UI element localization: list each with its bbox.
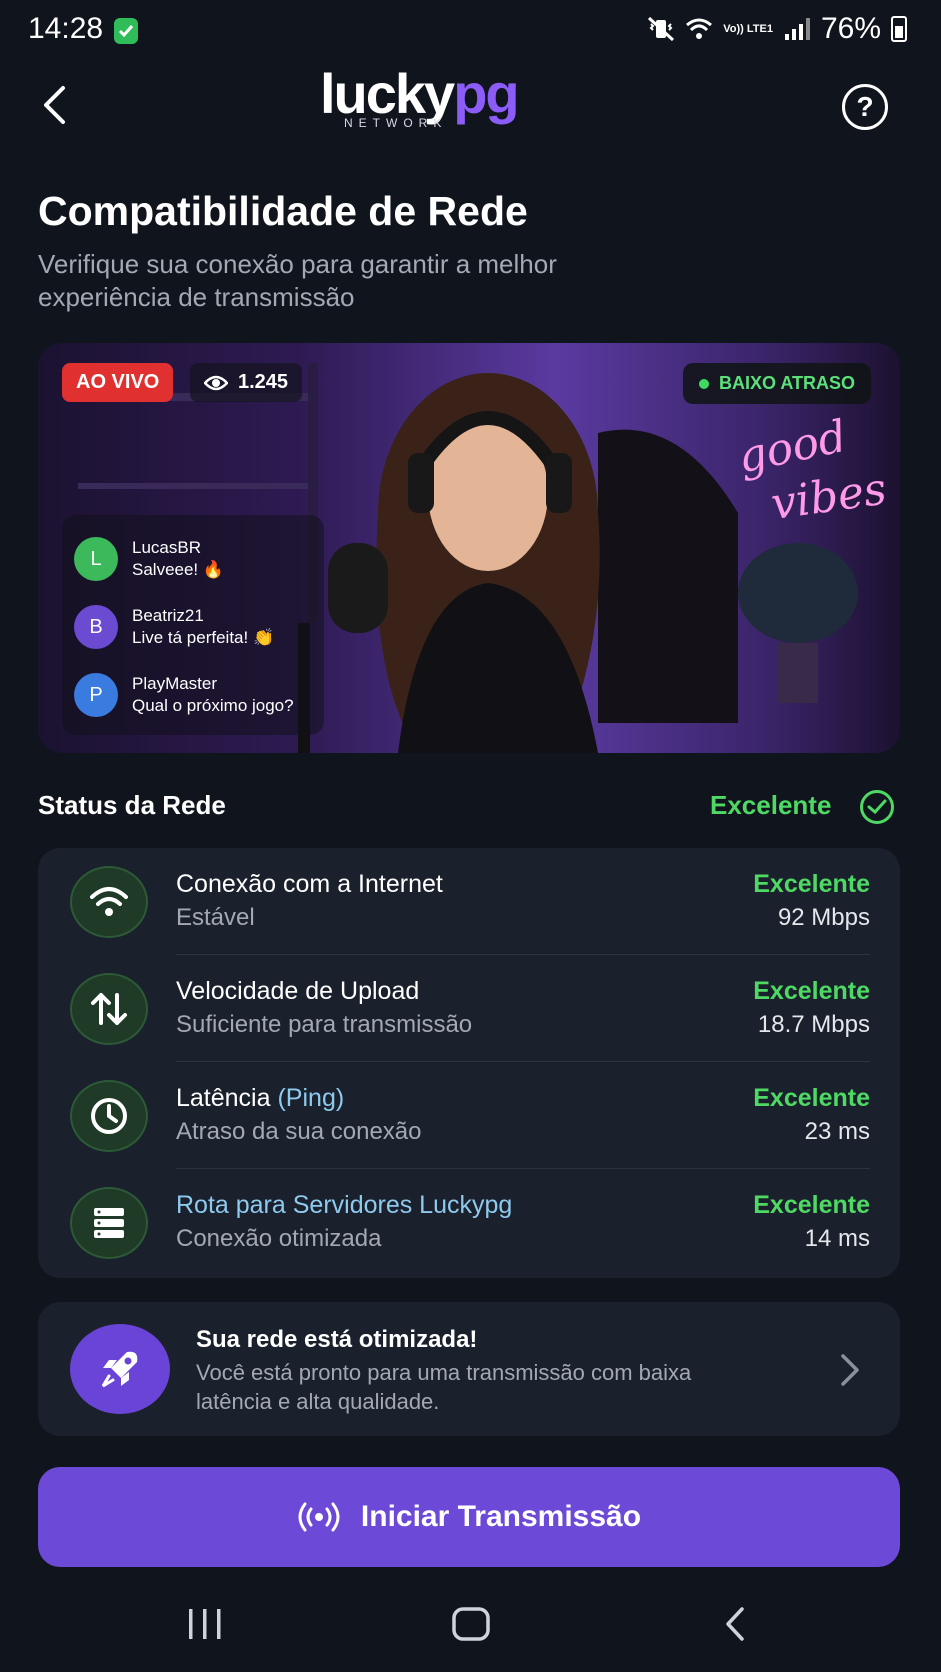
page-title: Compatibilidade de Rede: [38, 188, 528, 234]
logo-network-text: NETWORK: [344, 116, 448, 130]
status-icons: Vo)) LTE1 76%: [647, 12, 907, 46]
metric-upload-speed[interactable]: Velocidade de Upload Suficiente para tra…: [38, 955, 900, 1062]
eye-icon: [204, 375, 228, 390]
help-button[interactable]: ?: [842, 84, 888, 130]
wifi-icon: [70, 866, 148, 938]
metric-internet-connection[interactable]: Conexão com a Internet Estável Excelente…: [38, 848, 900, 955]
network-optimized-card[interactable]: Sua rede está otimizada! Você está pront…: [38, 1302, 900, 1436]
avatar: B: [74, 605, 118, 649]
metric-rating: Excelente: [753, 1191, 870, 1219]
system-back-button[interactable]: [700, 1594, 770, 1654]
metric-name: Latência (Ping): [176, 1084, 344, 1113]
chat-message: L LucasBR Salveee! 🔥: [74, 525, 312, 593]
page-subtitle: Verifique sua conexão para garantir a me…: [38, 249, 557, 312]
viewer-count: 1.245: [190, 363, 303, 402]
start-broadcast-label: Iniciar Transmissão: [360, 1500, 642, 1533]
battery-percent: 76%: [820, 12, 881, 45]
vibrate-mute-icon: [648, 16, 675, 42]
rocket-icon: [70, 1324, 170, 1414]
back-button[interactable]: [32, 80, 76, 130]
low-latency-badge: BAIXO ATRASO: [683, 363, 872, 404]
metric-rating: Excelente: [753, 870, 870, 898]
logo-pg-text: pg: [453, 62, 519, 125]
metric-value: 92 Mbps: [777, 904, 870, 931]
system-nav-bar: [0, 1582, 941, 1672]
luckypg-logo: luckypg NETWORK: [320, 64, 620, 134]
metric-name: Conexão com a Internet: [176, 870, 443, 898]
optimized-title: Sua rede está otimizada!: [196, 1326, 478, 1353]
home-button[interactable]: [436, 1594, 506, 1654]
clock-icon: [70, 1080, 148, 1152]
chat-message: B Beatriz21 Live tá perfeita! 👏: [74, 593, 312, 661]
chat-message: P PlayMaster Qual o próximo jogo?: [74, 661, 312, 729]
optimized-description: Você está pronto para uma transmissão co…: [196, 1360, 692, 1414]
status-bar: 14:28 Vo)) LTE1 76%: [0, 0, 941, 62]
live-preview[interactable]: good vibes AO VIVO 1.245 BAIXO ATRASO L …: [38, 343, 900, 753]
metric-latency[interactable]: Latência (Ping) Atraso da sua conexão Ex…: [38, 1062, 900, 1169]
chevron-left-icon: [44, 86, 65, 124]
broadcast-icon: [298, 1502, 340, 1532]
avatar: P: [74, 673, 118, 717]
start-broadcast-button[interactable]: Iniciar Transmissão: [38, 1467, 900, 1567]
low-latency-label: BAIXO ATRASO: [719, 373, 856, 393]
metric-value: 18.7 Mbps: [757, 1011, 870, 1038]
live-chat: L LucasBR Salveee! 🔥 B Beatriz21 Live tá…: [62, 515, 324, 735]
chat-text: Qual o próximo jogo?: [132, 696, 294, 715]
chat-username: PlayMaster: [132, 674, 218, 693]
recent-apps-icon: [189, 1609, 221, 1639]
chat-text: Salveee! 🔥: [132, 560, 225, 579]
metric-description: Conexão otimizada: [176, 1225, 382, 1252]
metric-name-accent: (Ping): [277, 1084, 345, 1112]
question-icon: ?: [856, 91, 874, 122]
signal-icon: [784, 18, 810, 40]
live-badge: AO VIVO: [62, 363, 174, 402]
check-circle-icon: [860, 790, 894, 824]
status-time: 14:28: [28, 12, 104, 45]
metric-value: 14 ms: [804, 1225, 870, 1252]
home-icon: [452, 1607, 490, 1641]
metric-value: 23 ms: [804, 1118, 870, 1145]
battery-icon: [891, 16, 907, 42]
chat-text: Live tá perfeita! 👏: [132, 628, 275, 647]
chat-username: Beatriz21: [132, 606, 204, 625]
network-status-title: Status da Rede: [38, 790, 226, 820]
metric-description: Estável: [176, 904, 255, 931]
avatar: L: [74, 537, 118, 581]
network-metrics-list: Conexão com a Internet Estável Excelente…: [38, 848, 900, 1278]
recent-apps-button[interactable]: [170, 1594, 240, 1654]
metric-description: Suficiente para transmissão: [176, 1011, 473, 1038]
status-dot-icon: [699, 378, 709, 389]
metric-server-route[interactable]: Rota para Servidores Luckypg Conexão oti…: [38, 1169, 900, 1276]
metric-name-text: Latência: [176, 1084, 271, 1112]
volte-icon: Vo)) LTE1: [723, 23, 773, 35]
viewer-count-value: 1.245: [238, 371, 289, 393]
shield-check-icon: [114, 18, 138, 44]
back-arrow-icon: [726, 1607, 744, 1641]
metric-description: Atraso da sua conexão: [176, 1118, 422, 1145]
server-icon: [70, 1187, 148, 1259]
chat-username: LucasBR: [132, 538, 201, 557]
metric-name: Velocidade de Upload: [176, 977, 420, 1005]
metric-rating: Excelente: [753, 1084, 870, 1112]
metric-name: Rota para Servidores Luckypg: [176, 1191, 513, 1219]
chevron-right-icon: [841, 1354, 859, 1386]
upload-download-arrows-icon: [70, 973, 148, 1045]
metric-rating: Excelente: [753, 977, 870, 1005]
wifi-icon: [686, 18, 713, 39]
network-status-overall: Excelente: [710, 790, 832, 820]
